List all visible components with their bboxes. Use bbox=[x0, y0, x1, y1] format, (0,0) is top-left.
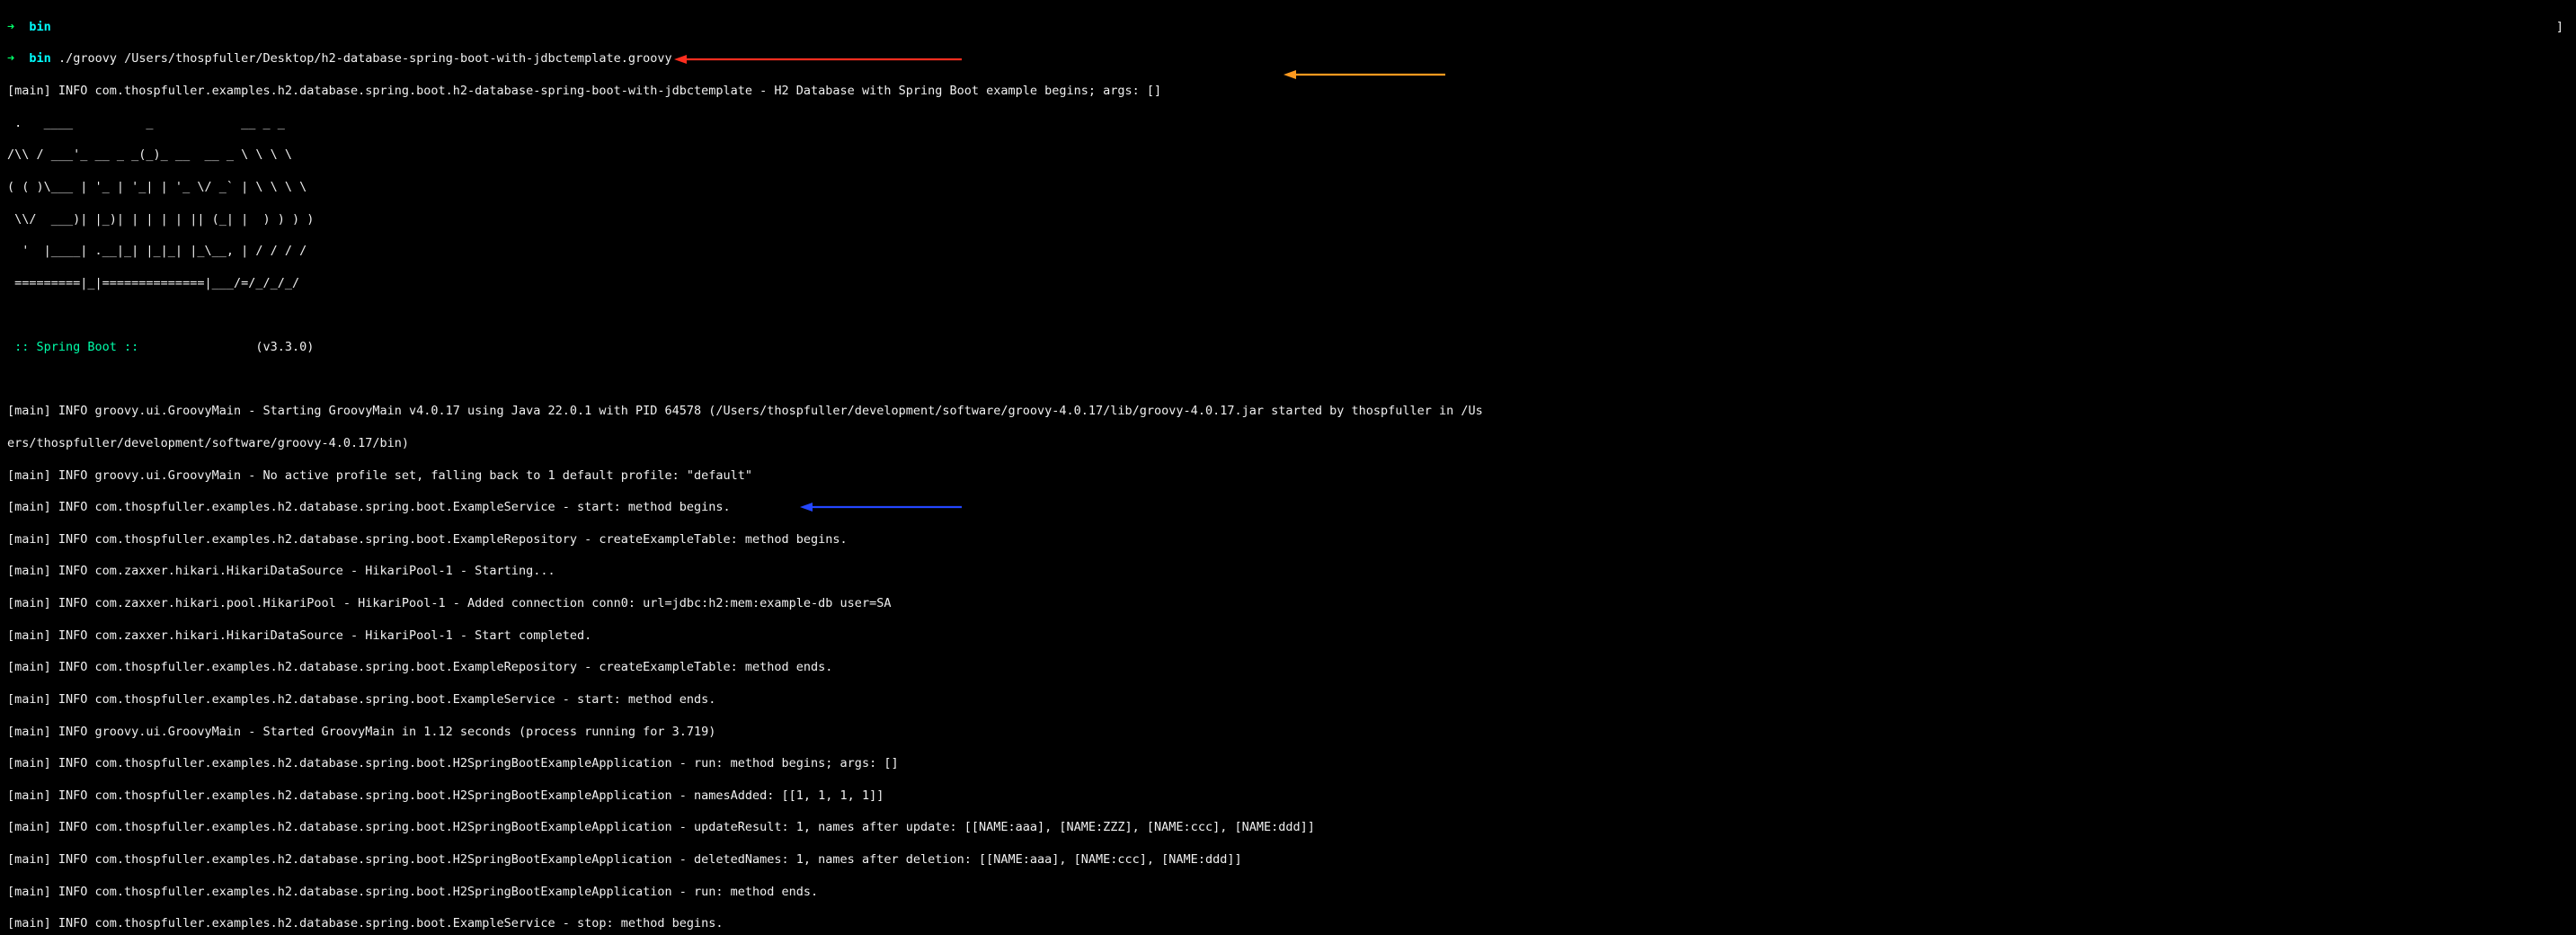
spring-ascii-line: =========|_|==============|___/=/_/_/_/ bbox=[7, 276, 2571, 292]
cwd-folder: bin bbox=[29, 20, 50, 34]
prompt-arrow-icon: ➜ bbox=[7, 20, 14, 34]
log-line: [main] INFO com.zaxxer.hikari.HikariData… bbox=[7, 628, 2571, 645]
orange-arrow-icon bbox=[1284, 36, 1445, 47]
blue-arrow-icon bbox=[800, 468, 962, 479]
log-line: [main] INFO com.thospfuller.examples.h2.… bbox=[7, 756, 2571, 772]
log-line: [main] INFO com.thospfuller.examples.h2.… bbox=[7, 500, 2571, 516]
blank-line bbox=[7, 307, 2571, 324]
prompt-line-0: ➜ bin] bbox=[7, 20, 2571, 36]
log-line: [main] INFO com.thospfuller.examples.h2.… bbox=[7, 852, 2571, 868]
spring-boot-line: :: Spring Boot :: (v3.3.0) bbox=[7, 340, 2571, 356]
cwd-folder: bin bbox=[29, 51, 50, 66]
prompt-arrow-icon: ➜ bbox=[7, 51, 14, 66]
spring-boot-label: :: Spring Boot :: bbox=[7, 340, 138, 354]
log-line: [main] INFO com.thospfuller.examples.h2.… bbox=[7, 660, 2571, 676]
log-line: [main] INFO com.thospfuller.examples.h2.… bbox=[7, 885, 2571, 901]
spring-ascii-line: /\\ / ___'_ __ _ _(_)_ __ __ _ \ \ \ \ bbox=[7, 147, 2571, 164]
log-line: [main] INFO groovy.ui.GroovyMain - Start… bbox=[7, 725, 2571, 741]
log-line: [main] INFO groovy.ui.GroovyMain - Start… bbox=[7, 404, 2571, 420]
log-line: [main] INFO com.thospfuller.examples.h2.… bbox=[7, 788, 2571, 805]
log-line: ers/thospfuller/development/software/gro… bbox=[7, 436, 2571, 452]
spring-ascii-line: . ____ _ __ _ _ bbox=[7, 116, 2571, 132]
spring-ascii-line: ' |____| .__|_| |_|_| |_\__, | / / / / bbox=[7, 244, 2571, 260]
terminal-output[interactable]: ➜ bin] ➜ bin ./groovy /Users/thospfuller… bbox=[0, 0, 2576, 935]
spring-boot-version: (v3.3.0) bbox=[255, 340, 314, 354]
log-line: [main] INFO com.thospfuller.examples.h2.… bbox=[7, 692, 2571, 708]
red-arrow-icon bbox=[674, 21, 962, 31]
blank-line bbox=[7, 372, 2571, 388]
spring-ascii-line: \\/ ___)| |_)| | | | | || (_| | ) ) ) ) bbox=[7, 212, 2571, 228]
log-line: [main] INFO com.zaxxer.hikari.HikariData… bbox=[7, 564, 2571, 580]
log-line: [main] INFO com.thospfuller.examples.h2.… bbox=[7, 916, 2571, 932]
log-line: [main] INFO com.thospfuller.examples.h2.… bbox=[7, 532, 2571, 548]
log-line: [main] INFO com.zaxxer.hikari.pool.Hikar… bbox=[7, 596, 2571, 612]
log-line: [main] INFO groovy.ui.GroovyMain - No ac… bbox=[7, 468, 2571, 485]
right-bracket-0: ] bbox=[2556, 20, 2563, 36]
spring-ascii-line: ( ( )\___ | '_ | '_| | '_ \/ _` | \ \ \ … bbox=[7, 180, 2571, 196]
command-text: ./groovy /Users/thospfuller/Desktop/h2-d… bbox=[58, 51, 672, 66]
log-line: [main] INFO com.thospfuller.examples.h2.… bbox=[7, 820, 2571, 836]
